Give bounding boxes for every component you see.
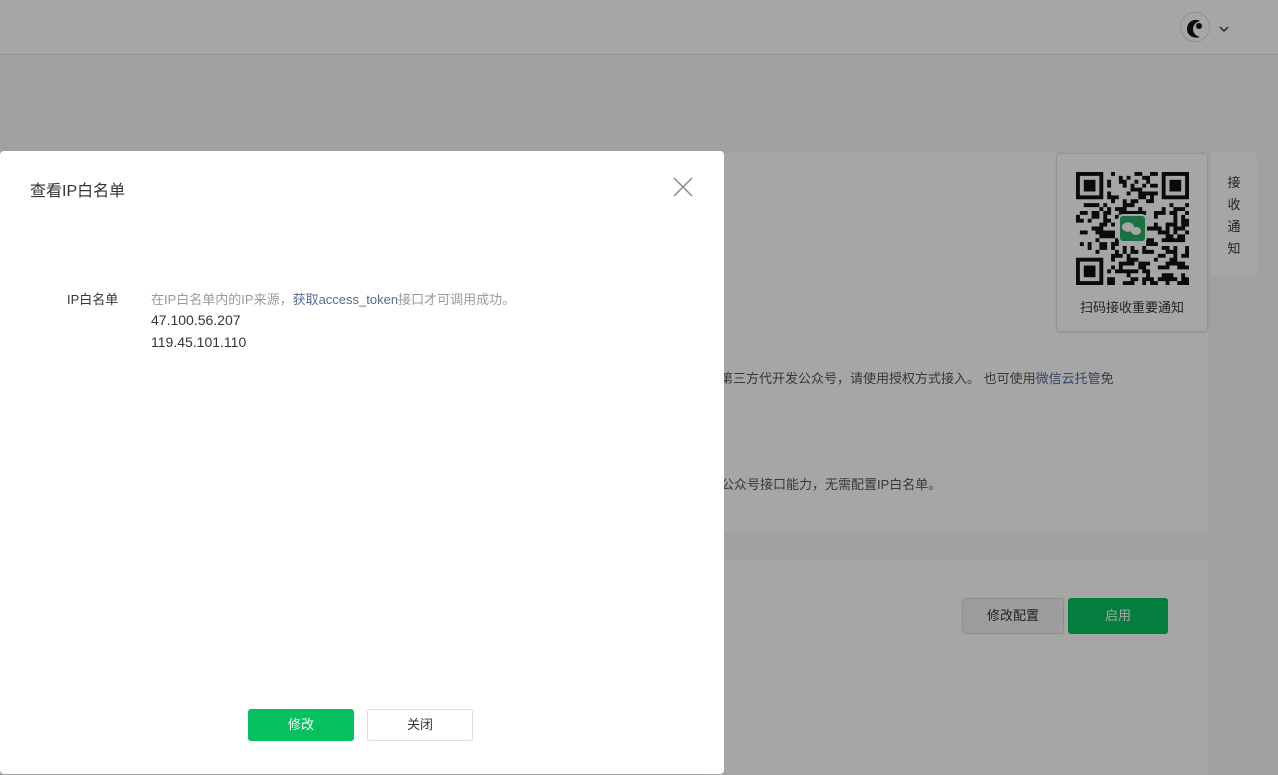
ip-address: 119.45.101.110 bbox=[151, 334, 247, 350]
close-icon[interactable] bbox=[672, 176, 694, 198]
modify-button[interactable]: 修改 bbox=[248, 709, 354, 741]
tip-prefix: 在IP白名单内的IP来源， bbox=[151, 292, 293, 307]
ip-whitelist-tip: 在IP白名单内的IP来源，获取access_token接口才可调用成功。 bbox=[151, 289, 515, 308]
ip-address: 47.100.56.207 bbox=[151, 312, 241, 328]
tip-suffix: 接口才可调用成功。 bbox=[398, 292, 516, 307]
access-token-link[interactable]: 获取access_token bbox=[293, 292, 399, 307]
close-button[interactable]: 关闭 bbox=[367, 709, 473, 741]
ip-whitelist-label: IP白名单 bbox=[67, 292, 119, 307]
dialog-title: 查看IP白名单 bbox=[30, 183, 126, 200]
ip-whitelist-dialog bbox=[0, 151, 724, 774]
